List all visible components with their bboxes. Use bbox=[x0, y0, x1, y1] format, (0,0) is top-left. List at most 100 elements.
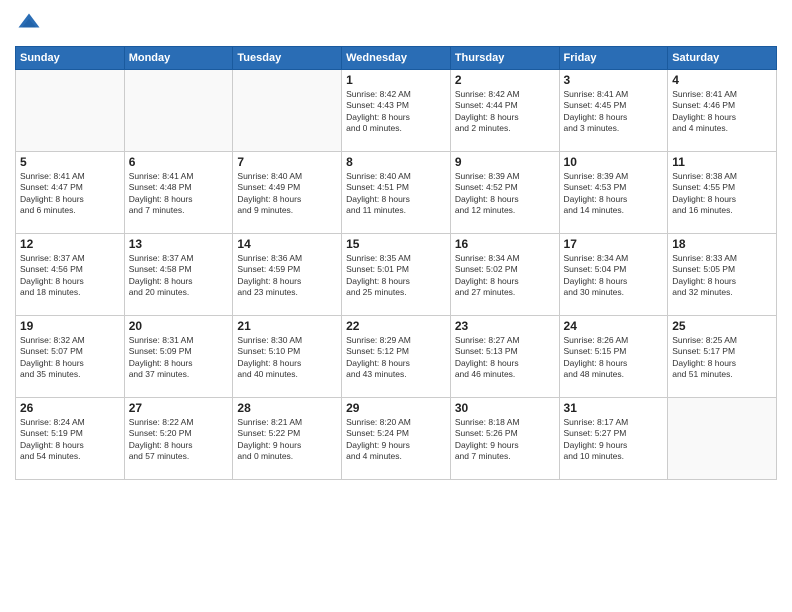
cell-info: Sunrise: 8:40 AM Sunset: 4:51 PM Dayligh… bbox=[346, 171, 446, 217]
cell-info: Sunrise: 8:41 AM Sunset: 4:47 PM Dayligh… bbox=[20, 171, 120, 217]
calendar-cell: 27Sunrise: 8:22 AM Sunset: 5:20 PM Dayli… bbox=[124, 398, 233, 480]
day-number: 30 bbox=[455, 401, 555, 415]
calendar-cell: 25Sunrise: 8:25 AM Sunset: 5:17 PM Dayli… bbox=[668, 316, 777, 398]
logo-icon bbox=[15, 10, 43, 38]
cell-info: Sunrise: 8:34 AM Sunset: 5:02 PM Dayligh… bbox=[455, 253, 555, 299]
cell-info: Sunrise: 8:22 AM Sunset: 5:20 PM Dayligh… bbox=[129, 417, 229, 463]
day-number: 15 bbox=[346, 237, 446, 251]
day-number: 8 bbox=[346, 155, 446, 169]
calendar-week-2: 12 Sunrise: 8:37 AM Sunset: 4:56 PM Dayli… bbox=[16, 234, 777, 316]
calendar-cell: 26Sunrise: 8:24 AM Sunset: 5:19 PM Dayli… bbox=[16, 398, 125, 480]
day-number: 4 bbox=[672, 73, 772, 87]
calendar-week-0: 1 Sunrise: 8:42 AM Sunset: 4:43 PM Daylig… bbox=[16, 70, 777, 152]
day-number: 23 bbox=[455, 319, 555, 333]
cell-info: Sunrise: 8:38 AM Sunset: 4:55 PM Dayligh… bbox=[672, 171, 772, 217]
day-number: 3 bbox=[564, 73, 664, 87]
page-container: SundayMondayTuesdayWednesdayThursdayFrid… bbox=[0, 0, 792, 612]
cell-info: Sunrise: 8:33 AM Sunset: 5:05 PM Dayligh… bbox=[672, 253, 772, 299]
calendar-cell bbox=[668, 398, 777, 480]
cell-info: Sunrise: 8:27 AM Sunset: 5:13 PM Dayligh… bbox=[455, 335, 555, 381]
cell-info: Sunrise: 8:39 AM Sunset: 4:52 PM Dayligh… bbox=[455, 171, 555, 217]
day-number: 29 bbox=[346, 401, 446, 415]
calendar-cell: 12 Sunrise: 8:37 AM Sunset: 4:56 PM Dayli… bbox=[16, 234, 125, 316]
day-number: 12 bbox=[20, 237, 120, 251]
calendar-cell: 20Sunrise: 8:31 AM Sunset: 5:09 PM Dayli… bbox=[124, 316, 233, 398]
cell-info: Sunrise: 8:35 AM Sunset: 5:01 PM Dayligh… bbox=[346, 253, 446, 299]
calendar-cell: 28Sunrise: 8:21 AM Sunset: 5:22 PM Dayli… bbox=[233, 398, 342, 480]
cell-info: Sunrise: 8:18 AM Sunset: 5:26 PM Dayligh… bbox=[455, 417, 555, 463]
day-number: 14 bbox=[237, 237, 337, 251]
day-number: 2 bbox=[455, 73, 555, 87]
cell-info: Sunrise: 8:25 AM Sunset: 5:17 PM Dayligh… bbox=[672, 335, 772, 381]
calendar-table: SundayMondayTuesdayWednesdayThursdayFrid… bbox=[15, 46, 777, 480]
calendar-cell: 23 Sunrise: 8:27 AM Sunset: 5:13 PM Dayli… bbox=[450, 316, 559, 398]
weekday-header-saturday: Saturday bbox=[668, 47, 777, 70]
calendar-cell: 18 Sunrise: 8:33 AM Sunset: 5:05 PM Dayli… bbox=[668, 234, 777, 316]
calendar-cell: 9 Sunrise: 8:39 AM Sunset: 4:52 PM Daylig… bbox=[450, 152, 559, 234]
day-number: 18 bbox=[672, 237, 772, 251]
cell-info: Sunrise: 8:39 AM Sunset: 4:53 PM Dayligh… bbox=[564, 171, 664, 217]
cell-info: Sunrise: 8:30 AM Sunset: 5:10 PM Dayligh… bbox=[237, 335, 337, 381]
day-number: 21 bbox=[237, 319, 337, 333]
day-number: 13 bbox=[129, 237, 229, 251]
weekday-header-thursday: Thursday bbox=[450, 47, 559, 70]
cell-info: Sunrise: 8:42 AM Sunset: 4:43 PM Dayligh… bbox=[346, 89, 446, 135]
cell-info: Sunrise: 8:34 AM Sunset: 5:04 PM Dayligh… bbox=[564, 253, 664, 299]
calendar-week-1: 5Sunrise: 8:41 AM Sunset: 4:47 PM Daylig… bbox=[16, 152, 777, 234]
calendar-cell: 29 Sunrise: 8:20 AM Sunset: 5:24 PM Dayli… bbox=[342, 398, 451, 480]
calendar-cell: 30 Sunrise: 8:18 AM Sunset: 5:26 PM Dayli… bbox=[450, 398, 559, 480]
cell-info: Sunrise: 8:41 AM Sunset: 4:45 PM Dayligh… bbox=[564, 89, 664, 135]
calendar-cell: 4 Sunrise: 8:41 AM Sunset: 4:46 PM Daylig… bbox=[668, 70, 777, 152]
calendar-cell: 15 Sunrise: 8:35 AM Sunset: 5:01 PM Dayli… bbox=[342, 234, 451, 316]
cell-info: Sunrise: 8:26 AM Sunset: 5:15 PM Dayligh… bbox=[564, 335, 664, 381]
day-number: 9 bbox=[455, 155, 555, 169]
cell-info: Sunrise: 8:17 AM Sunset: 5:27 PM Dayligh… bbox=[564, 417, 664, 463]
cell-info: Sunrise: 8:37 AM Sunset: 4:58 PM Dayligh… bbox=[129, 253, 229, 299]
cell-info: Sunrise: 8:20 AM Sunset: 5:24 PM Dayligh… bbox=[346, 417, 446, 463]
calendar-cell: 6Sunrise: 8:41 AM Sunset: 4:48 PM Daylig… bbox=[124, 152, 233, 234]
day-number: 24 bbox=[564, 319, 664, 333]
calendar-cell: 16 Sunrise: 8:34 AM Sunset: 5:02 PM Dayli… bbox=[450, 234, 559, 316]
cell-info: Sunrise: 8:41 AM Sunset: 4:46 PM Dayligh… bbox=[672, 89, 772, 135]
calendar-cell: 11 Sunrise: 8:38 AM Sunset: 4:55 PM Dayli… bbox=[668, 152, 777, 234]
calendar-cell: 19Sunrise: 8:32 AM Sunset: 5:07 PM Dayli… bbox=[16, 316, 125, 398]
calendar-cell: 22 Sunrise: 8:29 AM Sunset: 5:12 PM Dayli… bbox=[342, 316, 451, 398]
cell-info: Sunrise: 8:40 AM Sunset: 4:49 PM Dayligh… bbox=[237, 171, 337, 217]
cell-info: Sunrise: 8:36 AM Sunset: 4:59 PM Dayligh… bbox=[237, 253, 337, 299]
cell-info: Sunrise: 8:42 AM Sunset: 4:44 PM Dayligh… bbox=[455, 89, 555, 135]
day-number: 1 bbox=[346, 73, 446, 87]
calendar-cell bbox=[16, 70, 125, 152]
cell-info: Sunrise: 8:31 AM Sunset: 5:09 PM Dayligh… bbox=[129, 335, 229, 381]
day-number: 19 bbox=[20, 319, 120, 333]
weekday-header-monday: Monday bbox=[124, 47, 233, 70]
calendar-cell: 21 Sunrise: 8:30 AM Sunset: 5:10 PM Dayli… bbox=[233, 316, 342, 398]
calendar-week-4: 26Sunrise: 8:24 AM Sunset: 5:19 PM Dayli… bbox=[16, 398, 777, 480]
page-header bbox=[15, 10, 777, 38]
weekday-header-wednesday: Wednesday bbox=[342, 47, 451, 70]
cell-info: Sunrise: 8:37 AM Sunset: 4:56 PM Dayligh… bbox=[20, 253, 120, 299]
calendar-week-3: 19Sunrise: 8:32 AM Sunset: 5:07 PM Dayli… bbox=[16, 316, 777, 398]
weekday-header-row: SundayMondayTuesdayWednesdayThursdayFrid… bbox=[16, 47, 777, 70]
calendar-cell: 1 Sunrise: 8:42 AM Sunset: 4:43 PM Daylig… bbox=[342, 70, 451, 152]
calendar-cell: 14 Sunrise: 8:36 AM Sunset: 4:59 PM Dayli… bbox=[233, 234, 342, 316]
day-number: 7 bbox=[237, 155, 337, 169]
day-number: 22 bbox=[346, 319, 446, 333]
day-number: 17 bbox=[564, 237, 664, 251]
day-number: 10 bbox=[564, 155, 664, 169]
day-number: 11 bbox=[672, 155, 772, 169]
calendar-cell: 2 Sunrise: 8:42 AM Sunset: 4:44 PM Daylig… bbox=[450, 70, 559, 152]
calendar-cell: 3 Sunrise: 8:41 AM Sunset: 4:45 PM Daylig… bbox=[559, 70, 668, 152]
calendar-cell: 17 Sunrise: 8:34 AM Sunset: 5:04 PM Dayli… bbox=[559, 234, 668, 316]
weekday-header-friday: Friday bbox=[559, 47, 668, 70]
calendar-cell bbox=[233, 70, 342, 152]
calendar-cell: 5Sunrise: 8:41 AM Sunset: 4:47 PM Daylig… bbox=[16, 152, 125, 234]
cell-info: Sunrise: 8:21 AM Sunset: 5:22 PM Dayligh… bbox=[237, 417, 337, 463]
cell-info: Sunrise: 8:29 AM Sunset: 5:12 PM Dayligh… bbox=[346, 335, 446, 381]
day-number: 16 bbox=[455, 237, 555, 251]
calendar-cell: 13 Sunrise: 8:37 AM Sunset: 4:58 PM Dayli… bbox=[124, 234, 233, 316]
calendar-cell: 8 Sunrise: 8:40 AM Sunset: 4:51 PM Daylig… bbox=[342, 152, 451, 234]
calendar-cell: 31 Sunrise: 8:17 AM Sunset: 5:27 PM Dayli… bbox=[559, 398, 668, 480]
weekday-header-sunday: Sunday bbox=[16, 47, 125, 70]
day-number: 31 bbox=[564, 401, 664, 415]
weekday-header-tuesday: Tuesday bbox=[233, 47, 342, 70]
